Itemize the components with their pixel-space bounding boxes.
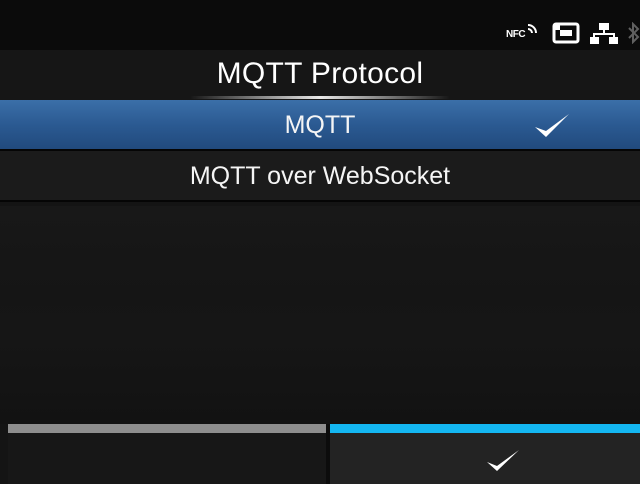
confirm-button[interactable]: [330, 424, 640, 484]
softkey-left[interactable]: [8, 424, 326, 484]
option-mqtt[interactable]: MQTT: [0, 100, 640, 151]
network-icon: [590, 23, 618, 44]
list-empty-area: [0, 206, 640, 424]
softkey-divider: [326, 424, 330, 484]
softkey-right-bar: [330, 424, 640, 433]
status-bar: NFC: [0, 0, 640, 50]
bluetooth-icon: [628, 22, 640, 44]
nfc-label: NFC: [506, 29, 526, 40]
option-mqtt-over-websocket[interactable]: MQTT over WebSocket: [0, 151, 640, 202]
softkey-left-bar: [8, 424, 326, 433]
option-label: MQTT: [284, 111, 356, 139]
option-list: MQTT MQTT over WebSocket: [0, 100, 640, 202]
check-icon: [535, 114, 569, 137]
title-underline: [190, 96, 450, 99]
check-icon: [487, 450, 519, 471]
nfc-icon: NFC: [506, 23, 542, 43]
softkey-bar: [0, 424, 640, 484]
page-title: MQTT Protocol: [0, 50, 640, 100]
printer-screen: NFC MQTT Protocol MQTT MQTT over WebSock…: [0, 0, 640, 484]
status-icons: NFC: [506, 22, 640, 44]
option-label: MQTT over WebSocket: [189, 162, 451, 190]
card-slot-icon: [552, 22, 580, 44]
